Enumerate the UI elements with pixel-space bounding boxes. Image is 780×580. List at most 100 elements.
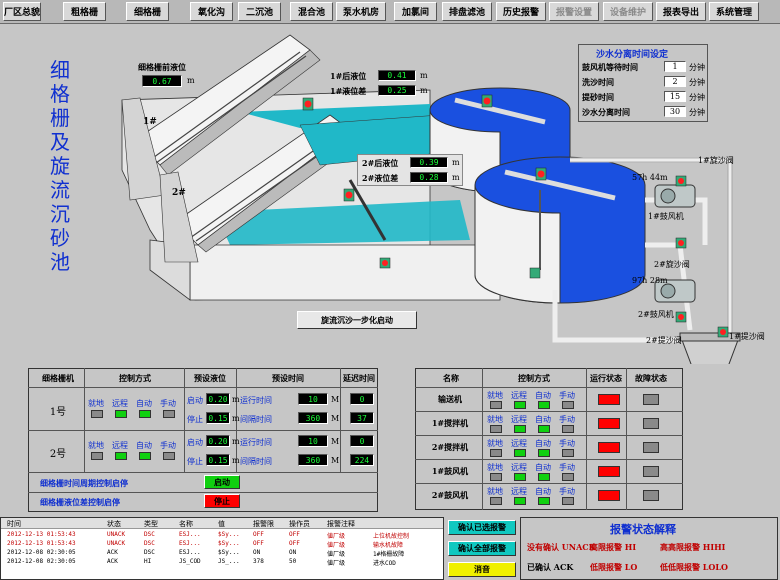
alarm-legend-item: 已确认 ACK	[527, 562, 574, 572]
mode-indicator	[538, 473, 550, 481]
alarm-cell[interactable]: 378	[253, 558, 264, 565]
alarm-cell[interactable]: ACK	[107, 549, 118, 556]
screen1-label: 1#	[143, 117, 157, 127]
sand-time-row-input[interactable]: 30	[664, 106, 686, 117]
footer-stop-button[interactable]: 停止	[204, 494, 240, 508]
alarm-cell[interactable]: HI	[144, 558, 151, 565]
equipment-name: 1#鼓风机	[431, 465, 469, 476]
nav-tab-6[interactable]: 泵水机房	[336, 2, 386, 21]
nav-tab-2[interactable]: 细格栅	[126, 2, 169, 21]
footer-start-button[interactable]: 启动	[204, 475, 240, 489]
alarm-cell[interactable]: 値厂级	[327, 540, 345, 549]
ack-selected-button[interactable]: 确认已选报警	[448, 520, 516, 535]
right-table-row-divider	[415, 411, 683, 412]
mode-indicator	[91, 452, 103, 460]
nav-tab-13[interactable]: 系统管理	[709, 2, 759, 21]
nav-tab-12[interactable]: 报表导出	[656, 2, 706, 21]
auto-start-button[interactable]: 旋流沉沙一步化启动	[297, 311, 417, 329]
alarm-cell[interactable]: OFF	[253, 531, 264, 538]
alarm-cell[interactable]: 上位机故控制	[373, 531, 409, 540]
nav-tab-7[interactable]: 加氯间	[394, 2, 437, 21]
alarm-cell[interactable]: ESJ...	[179, 540, 201, 547]
alarm-cell[interactable]: OFF	[289, 531, 300, 538]
nav-tab-10[interactable]: 报警设置	[549, 2, 599, 21]
nav-tab-8[interactable]: 排盘滤池	[442, 2, 492, 21]
left-table-header: 预设时间	[272, 372, 304, 383]
ack-all-button[interactable]: 确认全部报警	[448, 541, 516, 556]
mode-indicator	[139, 410, 151, 418]
preset-stop-value[interactable]: 0.15	[206, 412, 230, 424]
left-table-row-name: 2号	[49, 448, 67, 460]
screen1-diff-unit: m	[420, 86, 428, 95]
alarm-cell[interactable]: ACK	[107, 558, 118, 565]
right-table-header: 故障状态	[635, 372, 667, 383]
run-time-value[interactable]: 10	[298, 393, 328, 405]
mode-label: 远程	[511, 391, 527, 400]
alarm-cell[interactable]: ON	[253, 549, 260, 556]
alarm-cell[interactable]: ESJ...	[179, 531, 201, 538]
gap-time-value[interactable]: 360	[298, 454, 328, 466]
alarm-cell[interactable]: 2012-12-13 01:53:43	[7, 531, 76, 538]
nav-tab-1[interactable]: 粗格栅	[63, 2, 106, 21]
alarm-cell[interactable]: 2012-12-08 02:30:05	[7, 558, 76, 565]
alarm-cell[interactable]: 値厂级	[327, 531, 345, 540]
nav-tab-3[interactable]: 氧化沟	[190, 2, 233, 21]
alarm-cell[interactable]: DSC	[144, 549, 155, 556]
nav-tab-9[interactable]: 历史报警	[496, 2, 546, 21]
mode-label: 自动	[535, 391, 551, 400]
preset-start-unit: m	[232, 395, 240, 404]
alarm-cell[interactable]: 2012-12-13 01:53:43	[7, 540, 76, 547]
sand-time-row-input[interactable]: 2	[664, 76, 686, 87]
alarm-cell[interactable]: 输水机故障	[373, 540, 403, 549]
alarm-cell[interactable]: ESJ...	[179, 549, 201, 556]
nav-tab-5[interactable]: 混合池	[290, 2, 333, 21]
alarm-cell[interactable]: OFF	[253, 540, 264, 547]
mode-indicator	[115, 452, 127, 460]
mode-indicator	[91, 410, 103, 418]
alarm-legend-item: 高高限报警 HIHI	[660, 542, 726, 552]
alarm-cell[interactable]: $Sy...	[218, 531, 240, 538]
mode-label: 手动	[559, 391, 575, 400]
gap-time-value[interactable]: 360	[298, 412, 328, 424]
right-table-header: 运行状态	[590, 372, 622, 383]
alarm-cell[interactable]: 进水COD	[373, 558, 396, 567]
mode-indicator	[490, 473, 502, 481]
left-table-header: 延迟时间	[343, 372, 375, 383]
alarm-cell[interactable]: UNACK	[107, 540, 125, 547]
alarm-cell[interactable]: JS_COD	[179, 558, 201, 565]
mode-indicator	[490, 449, 502, 457]
run-status-indicator	[598, 442, 620, 453]
sand-time-row-input[interactable]: 1	[664, 61, 686, 72]
blower1-label: 1#鼓风机	[648, 212, 684, 221]
nav-tab-0[interactable]: 厂区总貌	[3, 2, 41, 21]
alarm-cell[interactable]: 値厂级	[327, 549, 345, 558]
alarm-cell[interactable]: JS_...	[218, 558, 240, 565]
nav-tab-4[interactable]: 二沉池	[238, 2, 281, 21]
preset-start-value[interactable]: 0.20	[206, 393, 230, 405]
mode-label: 就地	[487, 391, 503, 400]
alarm-cell[interactable]: UNACK	[107, 531, 125, 538]
preset-start-value[interactable]: 0.20	[206, 435, 230, 447]
top-nav: 厂区总貌 粗格栅 细格栅 氧化沟 二沉池 混合池 泵水机房 加氯间 排盘滤池 历史报警 报警设置 设备…	[0, 0, 780, 24]
mute-button[interactable]: 消音	[448, 562, 516, 577]
alarm-cell[interactable]: DSC	[144, 540, 155, 547]
alarm-cell[interactable]: ON	[289, 549, 296, 556]
alarm-cell[interactable]: $Sy...	[218, 549, 240, 556]
right-table-row-divider	[415, 459, 683, 460]
preset-start-unit: m	[232, 437, 240, 446]
preset-stop-value[interactable]: 0.15	[206, 454, 230, 466]
mode-label: 远程	[511, 439, 527, 448]
sand-time-title: 沙水分离时间设定	[596, 50, 669, 60]
alarm-cell[interactable]: 1#格栅故障	[373, 549, 404, 558]
stir-valve-1-label: 1#旋沙阀	[698, 156, 734, 165]
alarm-cell[interactable]: 2012-12-08 02:30:05	[7, 549, 76, 556]
run-time-value[interactable]: 10	[298, 435, 328, 447]
alarm-cell[interactable]: 50	[289, 558, 296, 565]
alarm-cell[interactable]: DSC	[144, 531, 155, 538]
alarm-cell[interactable]: OFF	[289, 540, 300, 547]
alarm-cell[interactable]: 値厂级	[327, 558, 345, 567]
sand-time-row-input[interactable]: 15	[664, 91, 686, 102]
screen1-diff-label: 1#液位差	[330, 86, 367, 96]
nav-tab-11[interactable]: 设备维护	[603, 2, 653, 21]
alarm-cell[interactable]: $Sy...	[218, 540, 240, 547]
